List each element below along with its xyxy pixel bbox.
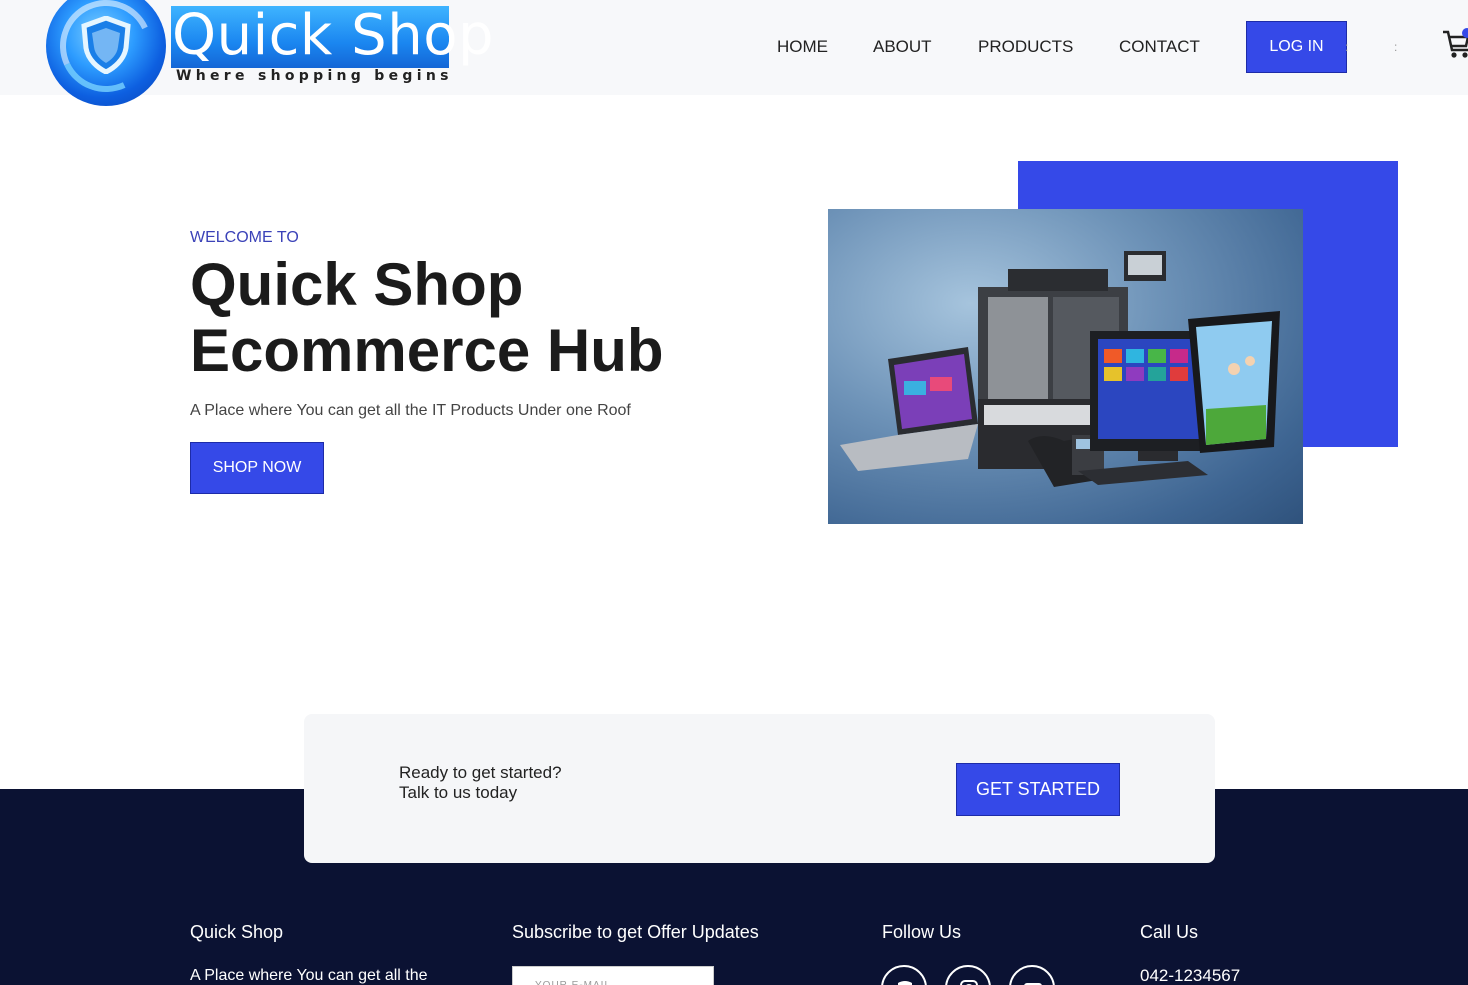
- welcome-label: WELCOME TO: [190, 229, 299, 246]
- logo-title[interactable]: Quick Shop: [172, 4, 494, 68]
- footer-phone[interactable]: 042-1234567: [1140, 966, 1240, 985]
- get-started-button[interactable]: GET STARTED: [956, 763, 1120, 816]
- separator-dots: :: [1394, 40, 1398, 54]
- footer-subscribe-title: Subscribe to get Offer Updates: [512, 922, 759, 942]
- cart-badge: [1462, 28, 1468, 38]
- shop-now-button[interactable]: SHOP NOW: [190, 442, 324, 494]
- logo-tagline: Where shopping begins: [176, 68, 453, 84]
- hero-subtitle: A Place where You can get all the IT Pro…: [190, 402, 631, 419]
- nav-contact[interactable]: CONTACT: [1119, 37, 1200, 57]
- cta-line1: Ready to get started?: [399, 763, 562, 782]
- login-button[interactable]: LOG IN: [1246, 21, 1347, 73]
- footer-call-title: Call Us: [1140, 922, 1199, 942]
- it-products-image: [828, 209, 1303, 524]
- hero-title: Quick Shop Ecommerce Hub: [190, 252, 750, 384]
- footer-about-text: A Place where You can get all the: [190, 967, 428, 984]
- cta-line2: Talk to us today: [399, 783, 518, 802]
- hero-title-line1: Quick Shop: [190, 251, 524, 318]
- separator-dots: :: [1345, 40, 1349, 54]
- footer-follow-title: Follow Us: [882, 922, 962, 942]
- nav-about[interactable]: ABOUT: [873, 37, 932, 57]
- nav-home[interactable]: HOME: [777, 37, 828, 57]
- email-input[interactable]: YOUR E-MAIL: [512, 966, 714, 985]
- nav-products[interactable]: PRODUCTS: [978, 37, 1073, 57]
- hero-title-line2: Ecommerce Hub: [190, 317, 664, 384]
- footer-about-title: Quick Shop: [190, 922, 284, 942]
